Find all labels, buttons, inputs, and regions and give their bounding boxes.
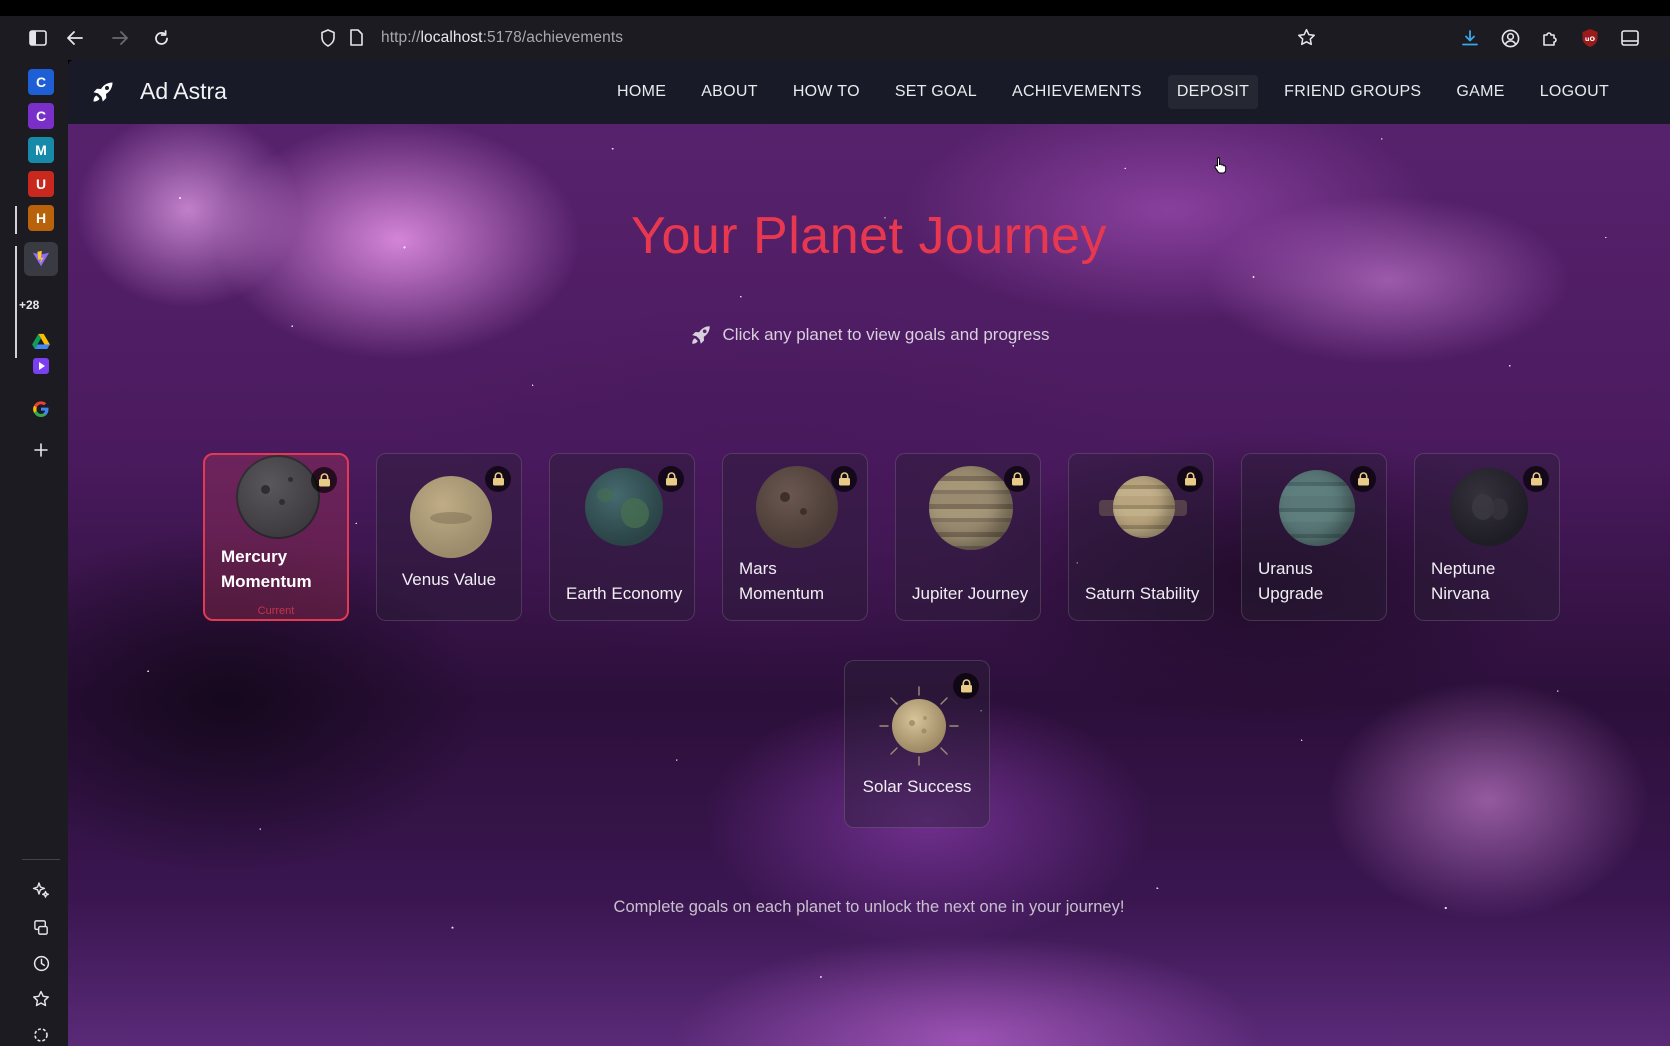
mars-planet-icon xyxy=(756,466,838,548)
window-top-strip xyxy=(0,0,1670,16)
venus-planet-icon xyxy=(410,476,492,558)
back-icon[interactable] xyxy=(59,16,91,60)
mercury-planet-icon xyxy=(236,455,320,539)
neptune-planet-icon xyxy=(1450,468,1528,546)
planet-name: Mercury Momentum xyxy=(221,547,312,591)
reload-icon[interactable] xyxy=(145,16,177,60)
nav-achievements[interactable]: ACHIEVEMENTS xyxy=(1003,75,1151,109)
google-icon[interactable] xyxy=(25,394,57,424)
bookmarks-icon[interactable] xyxy=(25,984,57,1014)
sun-icon xyxy=(879,686,959,766)
sidebar-tab-1[interactable]: C xyxy=(28,69,54,95)
lock-icon xyxy=(485,466,511,492)
nav-friend-groups[interactable]: FRIEND GROUPS xyxy=(1275,75,1430,109)
address-bar[interactable]: http://localhost:5178/achievements xyxy=(312,22,1324,54)
rocket-logo-icon[interactable] xyxy=(90,79,116,105)
page-icon[interactable] xyxy=(349,29,363,51)
lock-icon xyxy=(831,466,857,492)
sync-tabs-icon[interactable] xyxy=(25,912,57,942)
planet-name: Earth Economy xyxy=(566,584,683,603)
url-text[interactable]: http://localhost:5178/achievements xyxy=(381,29,623,47)
planet-name: Uranus Upgrade xyxy=(1258,559,1324,603)
footer-text: Complete goals on each planet to unlock … xyxy=(613,898,1125,916)
navbar: Ad Astra HOME ABOUT HOW TO SET GOAL ACHI… xyxy=(68,60,1670,124)
planet-card-jupiter[interactable]: Jupiter Journey xyxy=(895,453,1041,621)
planet-name: Venus Value xyxy=(401,570,497,589)
nav-home[interactable]: HOME xyxy=(608,75,675,109)
download-icon[interactable] xyxy=(1454,16,1486,60)
earth-planet-icon xyxy=(585,468,663,546)
planet-card-neptune[interactable]: Neptune Nirvana xyxy=(1414,453,1560,621)
brand-name[interactable]: Ad Astra xyxy=(140,78,227,105)
hint: Click any planet to view goals and progr… xyxy=(68,323,1670,347)
lock-icon xyxy=(1177,466,1203,492)
tab-group-line xyxy=(15,246,17,358)
lock-icon xyxy=(311,467,337,493)
nav-how-to[interactable]: HOW TO xyxy=(784,75,869,109)
settings-icon[interactable] xyxy=(25,1026,57,1046)
planet-card-sun[interactable]: Solar Success xyxy=(844,660,990,828)
hint-text: Click any planet to view goals and progr… xyxy=(722,325,1050,344)
lock-icon xyxy=(658,466,684,492)
uranus-planet-icon xyxy=(1279,470,1355,546)
forward-icon[interactable] xyxy=(104,16,136,60)
planet-name: Saturn Stability xyxy=(1085,584,1200,603)
planet-card-mars[interactable]: Mars Momentum xyxy=(722,453,868,621)
jupiter-planet-icon xyxy=(929,466,1013,550)
add-tab-icon[interactable] xyxy=(25,435,57,465)
lock-icon xyxy=(1350,466,1376,492)
rocket-icon xyxy=(691,326,710,344)
planet-name: Mars Momentum xyxy=(739,559,825,603)
sidebar-toggle-icon[interactable] xyxy=(22,16,54,60)
ai-sparkle-icon[interactable] xyxy=(25,875,57,905)
shield-icon[interactable] xyxy=(320,29,336,52)
planet-name: Jupiter Journey xyxy=(912,584,1029,603)
extensions-icon[interactable] xyxy=(1534,16,1566,60)
lock-icon xyxy=(1004,466,1030,492)
browser-toolbar: http://localhost:5178/achievements uO xyxy=(0,16,1670,60)
main-nav: HOME ABOUT HOW TO SET GOAL ACHIEVEMENTS … xyxy=(608,60,1635,124)
planet-name: Neptune Nirvana xyxy=(1431,559,1496,603)
video-app-icon[interactable] xyxy=(25,351,57,381)
nav-deposit[interactable]: DEPOSIT xyxy=(1167,75,1259,109)
nav-game[interactable]: GAME xyxy=(1447,75,1513,109)
nav-about[interactable]: ABOUT xyxy=(692,75,767,109)
nav-set-goal[interactable]: SET GOAL xyxy=(886,75,986,109)
nav-logout[interactable]: LOGOUT xyxy=(1531,75,1618,109)
ad-astra-app: Ad Astra HOME ABOUT HOW TO SET GOAL ACHI… xyxy=(68,60,1670,1046)
history-icon[interactable] xyxy=(25,948,57,978)
ublock-icon[interactable]: uO xyxy=(1574,16,1606,60)
sidebar-tab-3[interactable]: M xyxy=(28,137,54,163)
sidebar-tab-5[interactable]: H xyxy=(28,205,54,231)
planet-name: Solar Success xyxy=(862,777,972,796)
vite-tab-icon[interactable] xyxy=(24,242,58,276)
page-title: Your Planet Journey xyxy=(631,207,1107,265)
pointer-cursor-icon xyxy=(1214,157,1227,174)
more-tabs-count[interactable]: +28 xyxy=(19,298,39,312)
lock-icon xyxy=(953,673,979,699)
active-tab-indicator xyxy=(15,206,17,234)
account-icon[interactable] xyxy=(1494,16,1526,60)
browser-sidebar: C C M U H +28 xyxy=(0,60,68,1046)
saturn-planet-icon xyxy=(1113,476,1175,538)
svg-text:uO: uO xyxy=(1585,35,1596,43)
bookmark-star-icon[interactable] xyxy=(1297,28,1316,52)
sidebar-tab-2[interactable]: C xyxy=(28,103,54,129)
planet-card-mercury[interactable]: Mercury Momentum Current xyxy=(203,453,349,621)
sidebar-divider xyxy=(22,859,60,860)
current-badge: Current xyxy=(257,605,295,617)
sidebar-tab-4[interactable]: U xyxy=(28,171,54,197)
planet-card-earth[interactable]: Earth Economy xyxy=(549,453,695,621)
sidebar-panel-icon[interactable] xyxy=(1614,16,1646,60)
planet-card-uranus[interactable]: Uranus Upgrade xyxy=(1241,453,1387,621)
lock-icon xyxy=(1523,466,1549,492)
planet-card-saturn[interactable]: Saturn Stability xyxy=(1068,453,1214,621)
planet-card-venus[interactable]: Venus Value xyxy=(376,453,522,621)
